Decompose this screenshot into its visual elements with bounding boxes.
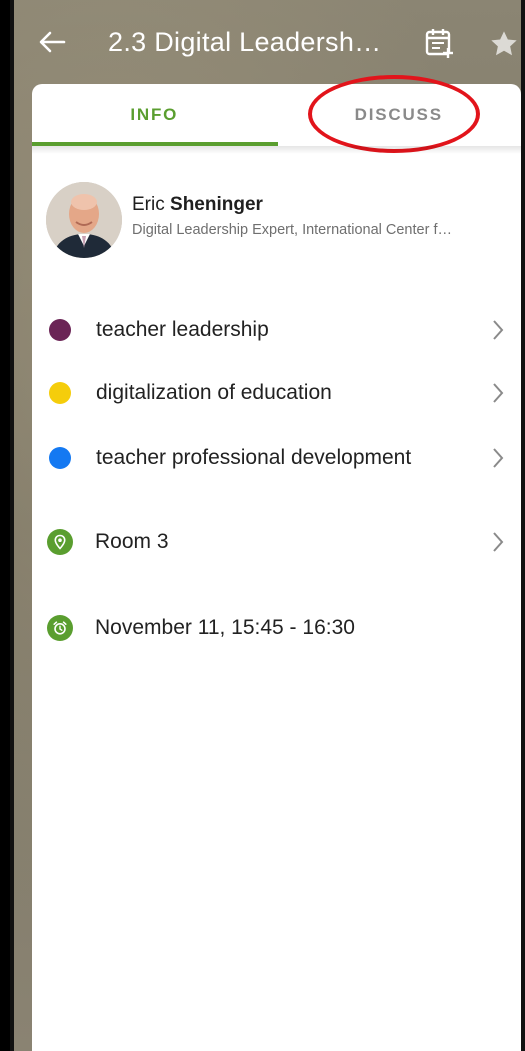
alarm-clock-icon: [47, 615, 73, 641]
speaker-role: Digital Leadership Expert, International…: [132, 222, 452, 238]
location-label: Room 3: [95, 530, 169, 553]
topic-color-dot: [49, 382, 71, 404]
speaker-first-name: Eric: [132, 194, 165, 215]
chevron-right-icon: [493, 532, 504, 552]
calendar-add-icon: [425, 29, 453, 58]
location-row[interactable]: Room 3: [32, 522, 521, 562]
app-frame: 2.3 Digital Leadersh… INFO DISCUSS Eric …: [10, 0, 525, 1051]
arrow-left-icon: [39, 31, 66, 53]
topic-label: teacher professional development: [96, 446, 412, 469]
chevron-right-icon: [493, 448, 504, 468]
avatar: [46, 182, 122, 258]
time-label: November 11, 15:45 - 16:30: [95, 616, 355, 639]
chevron-right-icon: [493, 383, 504, 403]
add-to-calendar-button[interactable]: [422, 26, 456, 60]
topic-color-dot: [49, 447, 71, 469]
speaker-last-name: Sheninger: [170, 194, 263, 215]
speaker-row[interactable]: Eric Sheninger Digital Leadership Expert…: [46, 182, 452, 258]
page-title: 2.3 Digital Leadersh…: [108, 26, 382, 57]
highlight-annotation: [308, 75, 480, 153]
topic-label: teacher leadership: [96, 318, 269, 341]
speaker-name: Eric Sheninger: [132, 194, 452, 216]
topic-item[interactable]: teacher professional development: [32, 438, 521, 478]
topic-label: digitalization of education: [96, 381, 332, 404]
tab-info[interactable]: INFO: [32, 84, 277, 146]
topic-item[interactable]: digitalization of education: [32, 373, 521, 413]
time-row: November 11, 15:45 - 16:30: [32, 608, 521, 648]
location-pin-icon: [47, 529, 73, 555]
session-card: INFO DISCUSS Eric Sheninger Digital Lead…: [32, 75, 521, 1051]
tab-bar-shadow: [32, 146, 521, 154]
app-bar: 2.3 Digital Leadersh…: [14, 0, 521, 84]
back-button[interactable]: [24, 14, 80, 70]
favorite-button[interactable]: [488, 28, 520, 60]
topic-color-dot: [49, 319, 71, 341]
tab-bar: INFO DISCUSS: [32, 75, 521, 153]
topic-item[interactable]: teacher leadership: [32, 310, 521, 350]
chevron-right-icon: [493, 320, 504, 340]
star-icon: [491, 31, 517, 56]
